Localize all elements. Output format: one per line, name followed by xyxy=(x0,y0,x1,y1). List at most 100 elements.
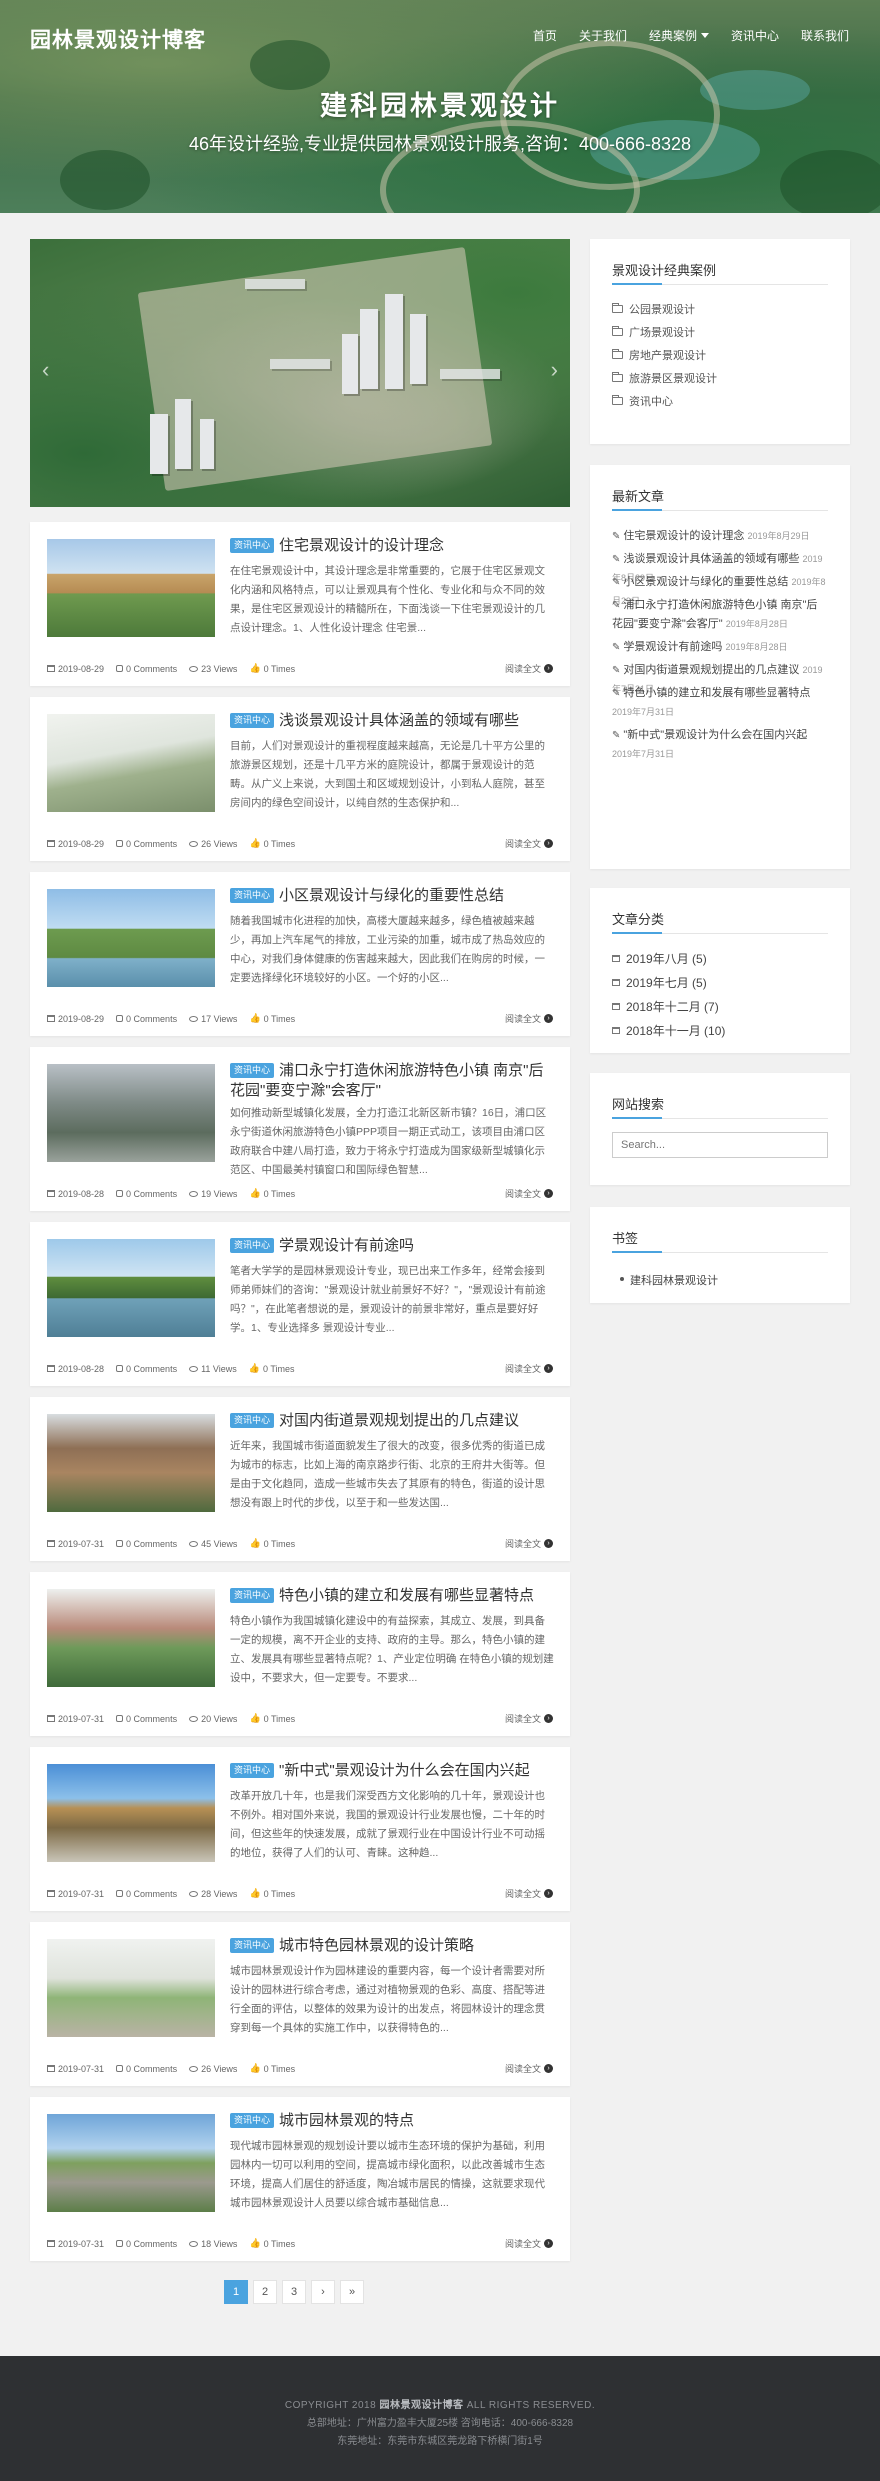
post-category-tag[interactable]: 资讯中心 xyxy=(230,1588,275,1603)
post-thumbnail[interactable] xyxy=(47,1764,215,1862)
read-more-link[interactable]: 阅读全文 › xyxy=(505,1887,553,1900)
post-likes[interactable]: 👍 0 Times xyxy=(249,2238,295,2249)
case-item[interactable]: 旅游景区景观设计 xyxy=(612,370,717,386)
post-title[interactable]: 资讯中心 浦口永宁打造休闲旅游特色小镇 南京"后花园"要变宁滁"会客厅" xyxy=(230,1061,555,1101)
recent-post-title[interactable]: 对国内街道景观规划提出的几点建议 xyxy=(623,664,799,676)
post-title-text[interactable]: 小区景观设计与绿化的重要性总结 xyxy=(279,887,504,904)
post-category-tag[interactable]: 资讯中心 xyxy=(230,1238,275,1253)
post-category-tag[interactable]: 资讯中心 xyxy=(230,1763,275,1778)
recent-post-item[interactable]: ✎ "新中式"景观设计为什么会在国内兴起 2019年7月31日 xyxy=(612,726,828,764)
copyright-site-name[interactable]: 园林景观设计博客 xyxy=(379,2400,463,2411)
case-item[interactable]: 公园景观设计 xyxy=(612,301,695,317)
archive-item[interactable]: 2018年十二月 (7) xyxy=(612,998,719,1015)
post-comments[interactable]: 0 Comments xyxy=(116,1889,177,1899)
post-category-tag[interactable]: 资讯中心 xyxy=(230,538,275,553)
post-thumbnail[interactable] xyxy=(47,889,215,987)
post-category-tag[interactable]: 资讯中心 xyxy=(230,2113,275,2128)
post-likes[interactable]: 👍 0 Times xyxy=(249,1538,295,1549)
post-comments[interactable]: 0 Comments xyxy=(116,1014,177,1024)
post-title[interactable]: 资讯中心 "新中式"景观设计为什么会在国内兴起 xyxy=(230,1761,555,1781)
post-title-text[interactable]: 浅谈景观设计具体涵盖的领域有哪些 xyxy=(279,712,519,729)
post-comments[interactable]: 0 Comments xyxy=(116,1364,177,1374)
post-title[interactable]: 资讯中心 特色小镇的建立和发展有哪些显著特点 xyxy=(230,1586,555,1606)
slider-next-arrow[interactable]: › xyxy=(551,357,558,383)
post-likes[interactable]: 👍 0 Times xyxy=(249,1713,295,1724)
recent-post-title[interactable]: 特色小镇的建立和发展有哪些显著特点 xyxy=(623,687,810,699)
post-likes[interactable]: 👍 0 Times xyxy=(249,1013,295,1024)
post-thumbnail[interactable] xyxy=(47,1239,215,1337)
post-thumbnail[interactable] xyxy=(47,1414,215,1512)
post-title-text[interactable]: 对国内街道景观规划提出的几点建议 xyxy=(279,1412,519,1429)
nav-home[interactable]: 首页 xyxy=(522,27,568,44)
post-comments[interactable]: 0 Comments xyxy=(116,2064,177,2074)
site-logo[interactable]: 园林景观设计博客 xyxy=(30,24,206,54)
post-title[interactable]: 资讯中心 住宅景观设计的设计理念 xyxy=(230,536,555,556)
recent-post-title[interactable]: "新中式"景观设计为什么会在国内兴起 xyxy=(623,729,807,741)
post-comments[interactable]: 0 Comments xyxy=(116,1539,177,1549)
post-likes[interactable]: 👍 0 Times xyxy=(249,1363,295,1374)
recent-post-item[interactable]: ✎ 特色小镇的建立和发展有哪些显著特点 2019年7月31日 xyxy=(612,684,828,722)
post-title[interactable]: 资讯中心 小区景观设计与绿化的重要性总结 xyxy=(230,886,555,906)
archive-item[interactable]: 2019年七月 (5) xyxy=(612,974,707,991)
nav-contact[interactable]: 联系我们 xyxy=(790,27,860,44)
read-more-link[interactable]: 阅读全文 › xyxy=(505,2237,553,2250)
post-likes[interactable]: 👍 0 Times xyxy=(249,1188,295,1199)
read-more-link[interactable]: 阅读全文 › xyxy=(505,662,553,675)
slider-prev-arrow[interactable]: ‹ xyxy=(42,357,49,383)
read-more-link[interactable]: 阅读全文 › xyxy=(505,1362,553,1375)
post-comments[interactable]: 0 Comments xyxy=(116,2239,177,2249)
post-comments[interactable]: 0 Comments xyxy=(116,664,177,674)
post-thumbnail[interactable] xyxy=(47,2114,215,2212)
post-thumbnail[interactable] xyxy=(47,1064,215,1162)
nav-about[interactable]: 关于我们 xyxy=(568,27,638,44)
page-2-button[interactable]: 2 xyxy=(253,2280,277,2304)
post-category-tag[interactable]: 资讯中心 xyxy=(230,888,275,903)
post-thumbnail[interactable] xyxy=(47,1939,215,2037)
post-comments[interactable]: 0 Comments xyxy=(116,1189,177,1199)
post-category-tag[interactable]: 资讯中心 xyxy=(230,1413,275,1428)
page-3-button[interactable]: 3 xyxy=(282,2280,306,2304)
read-more-link[interactable]: 阅读全文 › xyxy=(505,1187,553,1200)
post-title[interactable]: 资讯中心 城市特色园林景观的设计策略 xyxy=(230,1936,555,1956)
read-more-link[interactable]: 阅读全文 › xyxy=(505,837,553,850)
post-title-text[interactable]: 住宅景观设计的设计理念 xyxy=(279,537,444,554)
post-title-text[interactable]: 城市特色园林景观的设计策略 xyxy=(279,1937,474,1954)
nav-cases[interactable]: 经典案例 xyxy=(638,27,720,44)
post-comments[interactable]: 0 Comments xyxy=(116,839,177,849)
post-title-text[interactable]: 浦口永宁打造休闲旅游特色小镇 南京"后花园"要变宁滁"会客厅" xyxy=(230,1062,544,1099)
post-category-tag[interactable]: 资讯中心 xyxy=(230,1938,275,1953)
search-input[interactable] xyxy=(612,1132,828,1158)
post-title[interactable]: 资讯中心 学景观设计有前途吗 xyxy=(230,1236,555,1256)
post-title-text[interactable]: 特色小镇的建立和发展有哪些显著特点 xyxy=(279,1587,534,1604)
recent-post-title[interactable]: 小区景观设计与绿化的重要性总结 xyxy=(623,576,788,588)
post-likes[interactable]: 👍 0 Times xyxy=(249,2063,295,2074)
post-category-tag[interactable]: 资讯中心 xyxy=(230,1063,275,1078)
post-title[interactable]: 资讯中心 城市园林景观的特点 xyxy=(230,2111,555,2131)
recent-post-title[interactable]: 学景观设计有前途吗 xyxy=(623,641,722,653)
recent-post-title[interactable]: 浅谈景观设计具体涵盖的领域有哪些 xyxy=(623,553,799,565)
post-thumbnail[interactable] xyxy=(47,714,215,812)
nav-news[interactable]: 资讯中心 xyxy=(720,27,790,44)
post-category-tag[interactable]: 资讯中心 xyxy=(230,713,275,728)
post-title-text[interactable]: 学景观设计有前途吗 xyxy=(279,1237,414,1254)
case-item[interactable]: 房地产景观设计 xyxy=(612,347,706,363)
featured-slider[interactable]: ‹ › xyxy=(30,239,570,507)
archive-item[interactable]: 2018年十一月 (10) xyxy=(612,1022,725,1039)
post-comments[interactable]: 0 Comments xyxy=(116,1714,177,1724)
last-page-button[interactable]: » xyxy=(340,2280,364,2304)
case-item[interactable]: 广场景观设计 xyxy=(612,324,695,340)
post-title[interactable]: 资讯中心 对国内街道景观规划提出的几点建议 xyxy=(230,1411,555,1431)
post-title-text[interactable]: 城市园林景观的特点 xyxy=(279,2112,414,2129)
recent-post-item[interactable]: ✎ 浦口永宁打造休闲旅游特色小镇 南京"后花园"要变宁滁"会客厅" 2019年8月… xyxy=(612,596,828,634)
post-likes[interactable]: 👍 0 Times xyxy=(249,838,295,849)
read-more-link[interactable]: 阅读全文 › xyxy=(505,1712,553,1725)
post-thumbnail[interactable] xyxy=(47,1589,215,1687)
read-more-link[interactable]: 阅读全文 › xyxy=(505,1012,553,1025)
post-title[interactable]: 资讯中心 浅谈景观设计具体涵盖的领域有哪些 xyxy=(230,711,555,731)
read-more-link[interactable]: 阅读全文 › xyxy=(505,1537,553,1550)
bookmark-link[interactable]: 建科园林景观设计 xyxy=(620,1272,718,1288)
next-page-button[interactable]: › xyxy=(311,2280,335,2304)
recent-post-item[interactable]: ✎ 学景观设计有前途吗 2019年8月28日 xyxy=(612,638,828,657)
recent-post-item[interactable]: ✎ 住宅景观设计的设计理念 2019年8月29日 xyxy=(612,527,828,546)
page-1-button[interactable]: 1 xyxy=(224,2280,248,2304)
